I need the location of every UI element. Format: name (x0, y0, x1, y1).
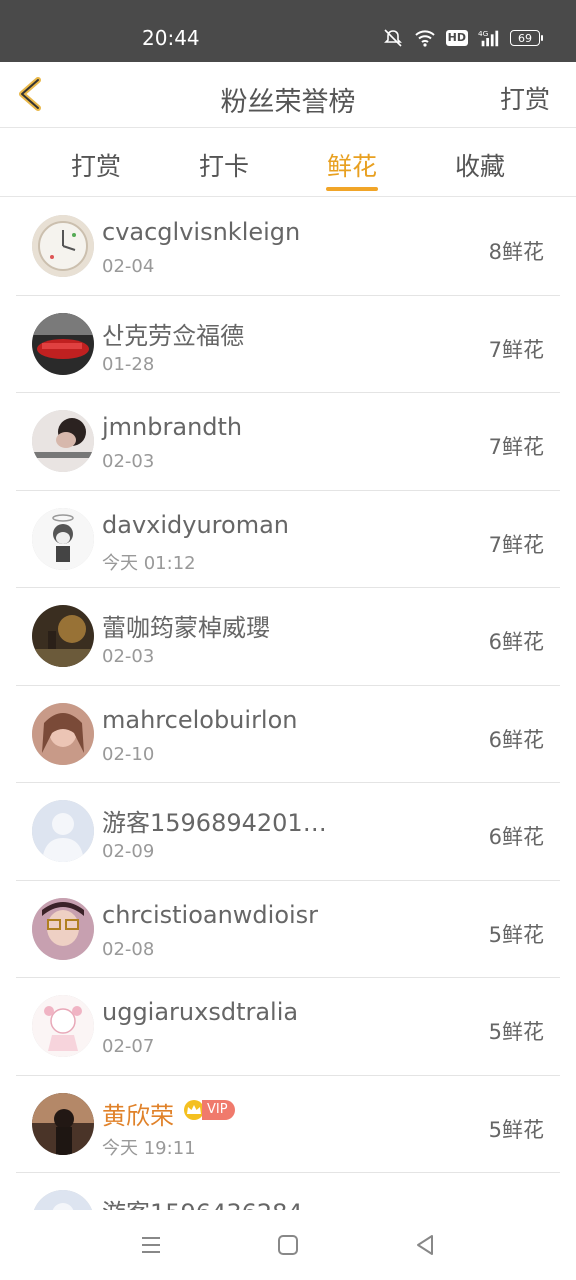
fan-date: 今天 19:11 (102, 1137, 196, 1159)
status-bar: 20:44 HD 4G 69 (0, 0, 576, 62)
list-item[interactable]: 蕾咖筠蒙棹威瓔 02-03 6鲜花 (16, 588, 560, 686)
avatar (32, 702, 94, 765)
wifi-icon (414, 30, 435, 47)
flower-count: 5鲜花 (488, 922, 544, 947)
avatar (32, 507, 94, 570)
list-item[interactable]: chrcistioanwdioisr 02-08 5鲜花 (16, 881, 560, 978)
fan-date: 02-04 (102, 256, 155, 277)
fan-name: 游客1596436284 (102, 1193, 303, 1210)
fan-name: chrcistioanwdioisr (102, 900, 319, 929)
hd-badge: HD (445, 30, 468, 46)
list-item[interactable]: davxidyuroman 今天 01:12 7鲜花 (16, 491, 560, 588)
active-tab-indicator (326, 187, 378, 191)
fan-date: 01-28 (102, 353, 155, 375)
reward-button[interactable]: 打赏 (500, 80, 550, 116)
tab-bar: 打赏 打卡 鲜花 收藏 (0, 129, 576, 197)
list-item[interactable]: 游客1596436284 (16, 1173, 560, 1210)
fan-name: 蕾咖筠蒙棹威瓔 (102, 614, 270, 642)
flower-count: 7鲜花 (488, 532, 544, 557)
page-title: 粉丝荣誉榜 (220, 87, 356, 118)
list-item[interactable]: 游客1596894201… 02-09 6鲜花 (16, 783, 560, 881)
flower-count: 6鲜花 (488, 727, 544, 752)
flower-count: 6鲜花 (488, 630, 544, 654)
list-item[interactable]: uggiaruxsdtralia 02-07 5鲜花 (16, 978, 560, 1076)
avatar (32, 995, 94, 1057)
avatar (32, 1190, 94, 1210)
tab-flowers[interactable]: 鲜花 (302, 147, 402, 183)
avatar (32, 605, 94, 667)
mute-bell-icon (383, 29, 402, 47)
menu-icon[interactable] (138, 1232, 164, 1258)
fan-date: 今天 01:12 (102, 552, 196, 574)
fan-name: uggiaruxsdtralia (102, 998, 299, 1026)
fan-name-text: 黄欣荣 (102, 1101, 174, 1130)
fan-date: 02-09 (102, 841, 155, 862)
list-item[interactable]: 黄欣荣 VIP 今天 19:11 5鲜花 (16, 1076, 560, 1173)
avatar (32, 897, 94, 960)
vip-badge: VIP (182, 1099, 235, 1121)
fan-date: 02-08 (102, 938, 155, 960)
fan-date: 02-10 (102, 743, 155, 765)
avatar (32, 410, 94, 472)
fan-name: cvacglvisnkleign (102, 218, 301, 246)
avatar (32, 312, 94, 375)
signal-icon: 4G (478, 29, 499, 47)
battery-indicator: 69 (510, 30, 543, 46)
top-nav: 粉丝荣誉榜 打赏 (0, 62, 576, 128)
back-triangle-icon[interactable] (412, 1232, 438, 1258)
status-time: 20:44 (142, 26, 200, 50)
tab-favorites[interactable]: 收藏 (430, 147, 530, 183)
fan-name: mahrcelobuirlon (102, 705, 298, 734)
flower-count: 5鲜花 (488, 1117, 544, 1142)
avatar (32, 800, 94, 862)
fan-name: jmnbrandth (102, 413, 243, 441)
home-icon[interactable] (275, 1232, 301, 1258)
status-icons: HD 4G 69 (382, 28, 543, 48)
svg-text:4G: 4G (478, 29, 489, 38)
flower-count: 5鲜花 (488, 1020, 544, 1044)
fan-name: davxidyuroman (102, 510, 289, 539)
avatar (32, 1092, 94, 1155)
system-nav-bar (0, 1210, 576, 1280)
list-item[interactable]: 산克劳佥福德 01-28 7鲜花 (16, 296, 560, 393)
flower-count: 7鲜花 (488, 337, 544, 362)
tab-reward[interactable]: 打赏 (46, 147, 146, 183)
list-item[interactable]: cvacglvisnkleign 02-04 8鲜花 (16, 198, 560, 296)
fan-name: 산克劳佥福德 (102, 321, 245, 350)
avatar (32, 215, 94, 277)
flower-count: 8鲜花 (488, 240, 544, 264)
vip-tag: VIP (202, 1099, 235, 1120)
fan-name: 游客1596894201… (102, 809, 327, 837)
flower-count: 7鲜花 (488, 435, 544, 459)
fan-date: 02-03 (102, 451, 155, 472)
list-item[interactable]: jmnbrandth 02-03 7鲜花 (16, 393, 560, 491)
flower-count: 6鲜花 (488, 825, 544, 849)
fan-list[interactable]: cvacglvisnkleign 02-04 8鲜花 산克劳佥福德 01-28 … (0, 198, 576, 1210)
list-item[interactable]: mahrcelobuirlon 02-10 6鲜花 (16, 686, 560, 783)
fan-date: 02-07 (102, 1036, 155, 1057)
tab-checkin[interactable]: 打卡 (174, 147, 274, 183)
fan-name: 黄欣荣 VIP (102, 1096, 235, 1131)
fan-date: 02-03 (102, 646, 155, 667)
